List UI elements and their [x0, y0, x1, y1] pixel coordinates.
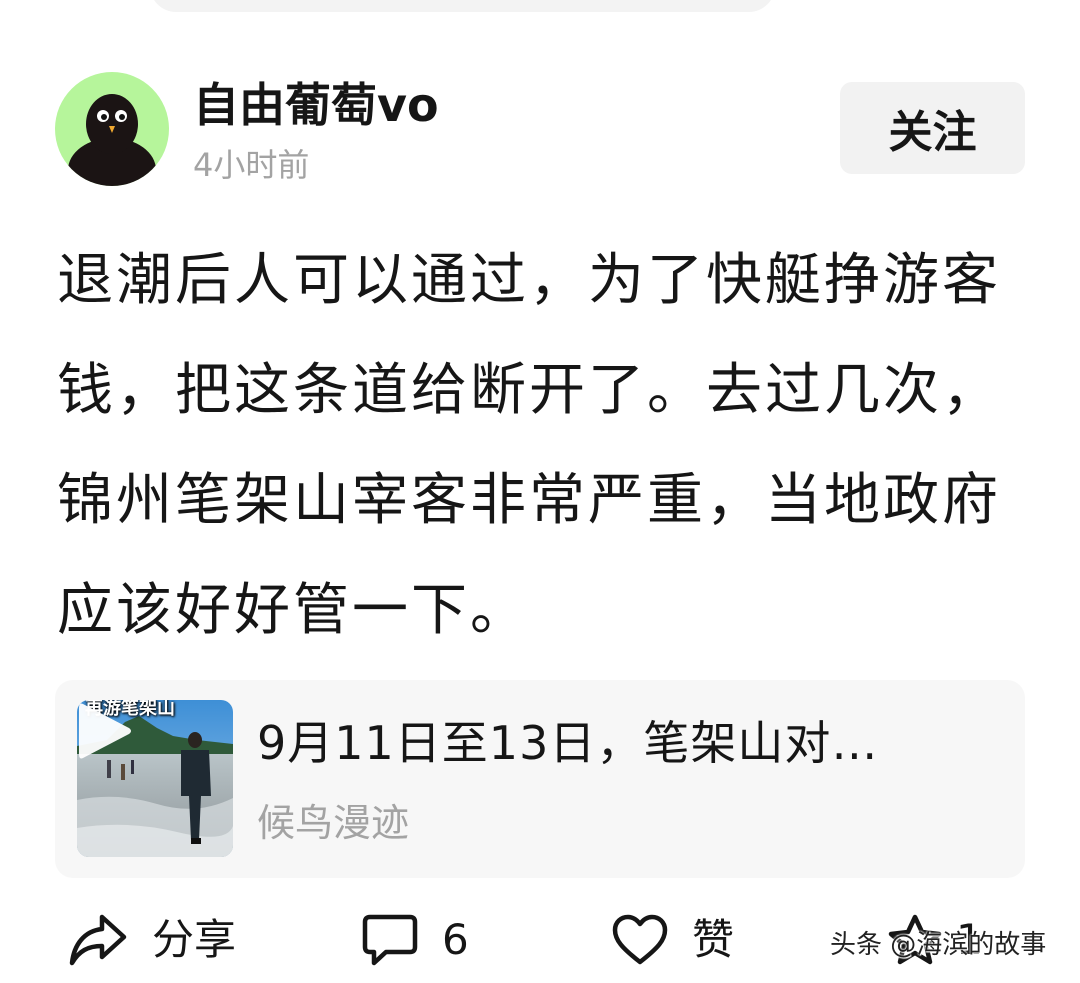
comment-icon	[362, 914, 418, 966]
avatar[interactable]	[55, 72, 169, 186]
top-search-bar-edge[interactable]	[150, 0, 775, 12]
heart-icon	[612, 914, 668, 965]
comment-count: 6	[442, 915, 469, 964]
like-label: 赞	[692, 915, 735, 964]
share-label: 分享	[152, 915, 237, 964]
play-icon[interactable]	[77, 700, 133, 762]
post-body: 退潮后人可以通过，为了快艇挣游客钱，把这条道给断开了。去过几次，锦州笔架山宰客非…	[57, 248, 1001, 643]
share-icon	[69, 914, 127, 966]
avatar-bird-image	[68, 94, 156, 186]
share-button[interactable]: 分享	[68, 905, 236, 975]
video-source[interactable]: 候鸟漫迹	[257, 798, 409, 848]
video-thumbnail[interactable]: 再游笔架山	[77, 700, 233, 857]
linked-video-card[interactable]: 再游笔架山 9月11日至13日，笔架山对… 候鸟漫迹	[55, 680, 1025, 878]
follow-button[interactable]: 关注	[840, 82, 1025, 174]
watermark: 头条 @海滨的故事	[830, 930, 1047, 960]
video-title[interactable]: 9月11日至13日，笔架山对…	[257, 712, 997, 774]
comment-button[interactable]: 6	[362, 905, 469, 975]
like-button[interactable]: 赞	[612, 905, 734, 975]
author-name[interactable]: 自由葡萄vo	[193, 75, 439, 135]
post-time: 4小时前	[193, 146, 310, 184]
